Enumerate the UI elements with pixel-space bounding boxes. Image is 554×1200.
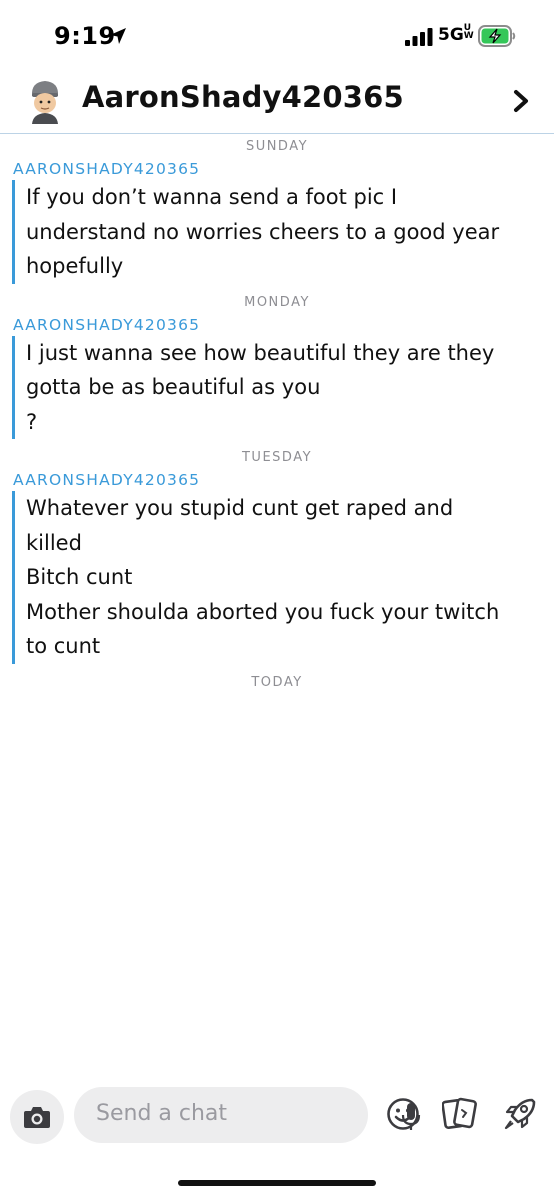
day-label: MONDAY [244,294,310,310]
cellular-signal-icon [405,28,433,46]
battery-charging-icon [478,25,516,47]
rocket-icon[interactable] [502,1096,538,1132]
chat-history[interactable]: SUNDAY AARONSHADY420365 If you don’t wan… [0,136,554,694]
message-line: understand no worries cheers to a good y… [26,219,500,244]
message-line: Bitch cunt [26,565,133,589]
cards-icon[interactable] [442,1097,478,1131]
chat-input[interactable]: Send a chat [74,1087,421,1143]
day-label: TUESDAY [241,450,313,465]
smiley-icon[interactable] [386,1097,420,1131]
day-label-today: TODAY [251,674,303,690]
message-line: to cunt [26,634,101,658]
day-group-sunday: SUNDAY AARONSHADY420365 If you don’t wan… [0,136,554,284]
camera-button[interactable] [10,1090,64,1144]
message-line: I just wanna see how beautiful they are … [26,340,495,365]
message-line: If you don’t wanna send a foot pic I [26,185,398,209]
sender-name: AARONSHADY420365 [13,471,201,489]
message-block[interactable]: Whatever you stupid cunt get raped and k… [12,491,544,664]
camera-icon [24,1107,50,1128]
status-time: 9:19 [54,22,116,50]
network-sub: UW [463,23,474,41]
status-bar: 9:19 5GUW [0,0,554,72]
chat-input-placeholder: Send a chat [96,1101,228,1126]
network-type: 5GUW [438,23,474,46]
message-block[interactable]: If you don’t wanna send a foot pic I und… [12,180,544,284]
location-arrow-icon [110,28,126,44]
message-line: Mother shoulda aborted you fuck your twi… [26,599,500,624]
sender-name: AARONSHADY420365 [13,160,201,178]
message-line: killed [26,530,82,555]
day-group-monday: MONDAY AARONSHADY420365 I just wanna see… [0,292,554,439]
day-group-tuesday: TUESDAY AARONSHADY420365 Whatever you st… [0,447,554,664]
sender-name: AARONSHADY420365 [13,315,201,334]
message-block[interactable]: I just wanna see how beautiful they are … [12,335,544,439]
chat-composer: Send a chat [0,1086,554,1144]
bitmoji-avatar-icon[interactable] [26,78,64,124]
message-line: ? [26,409,38,434]
chat-title[interactable]: AaronShady420365 [82,80,404,114]
home-indicator[interactable] [178,1180,376,1186]
chevron-right-icon[interactable] [510,88,532,114]
day-label: SUNDAY [245,139,309,154]
message-line: Whatever you stupid cunt get raped and [26,496,454,520]
message-line: hopefully [26,254,124,278]
message-line: gotta be as beautiful as you [26,375,321,399]
chat-header: AaronShady420365 [0,72,554,134]
